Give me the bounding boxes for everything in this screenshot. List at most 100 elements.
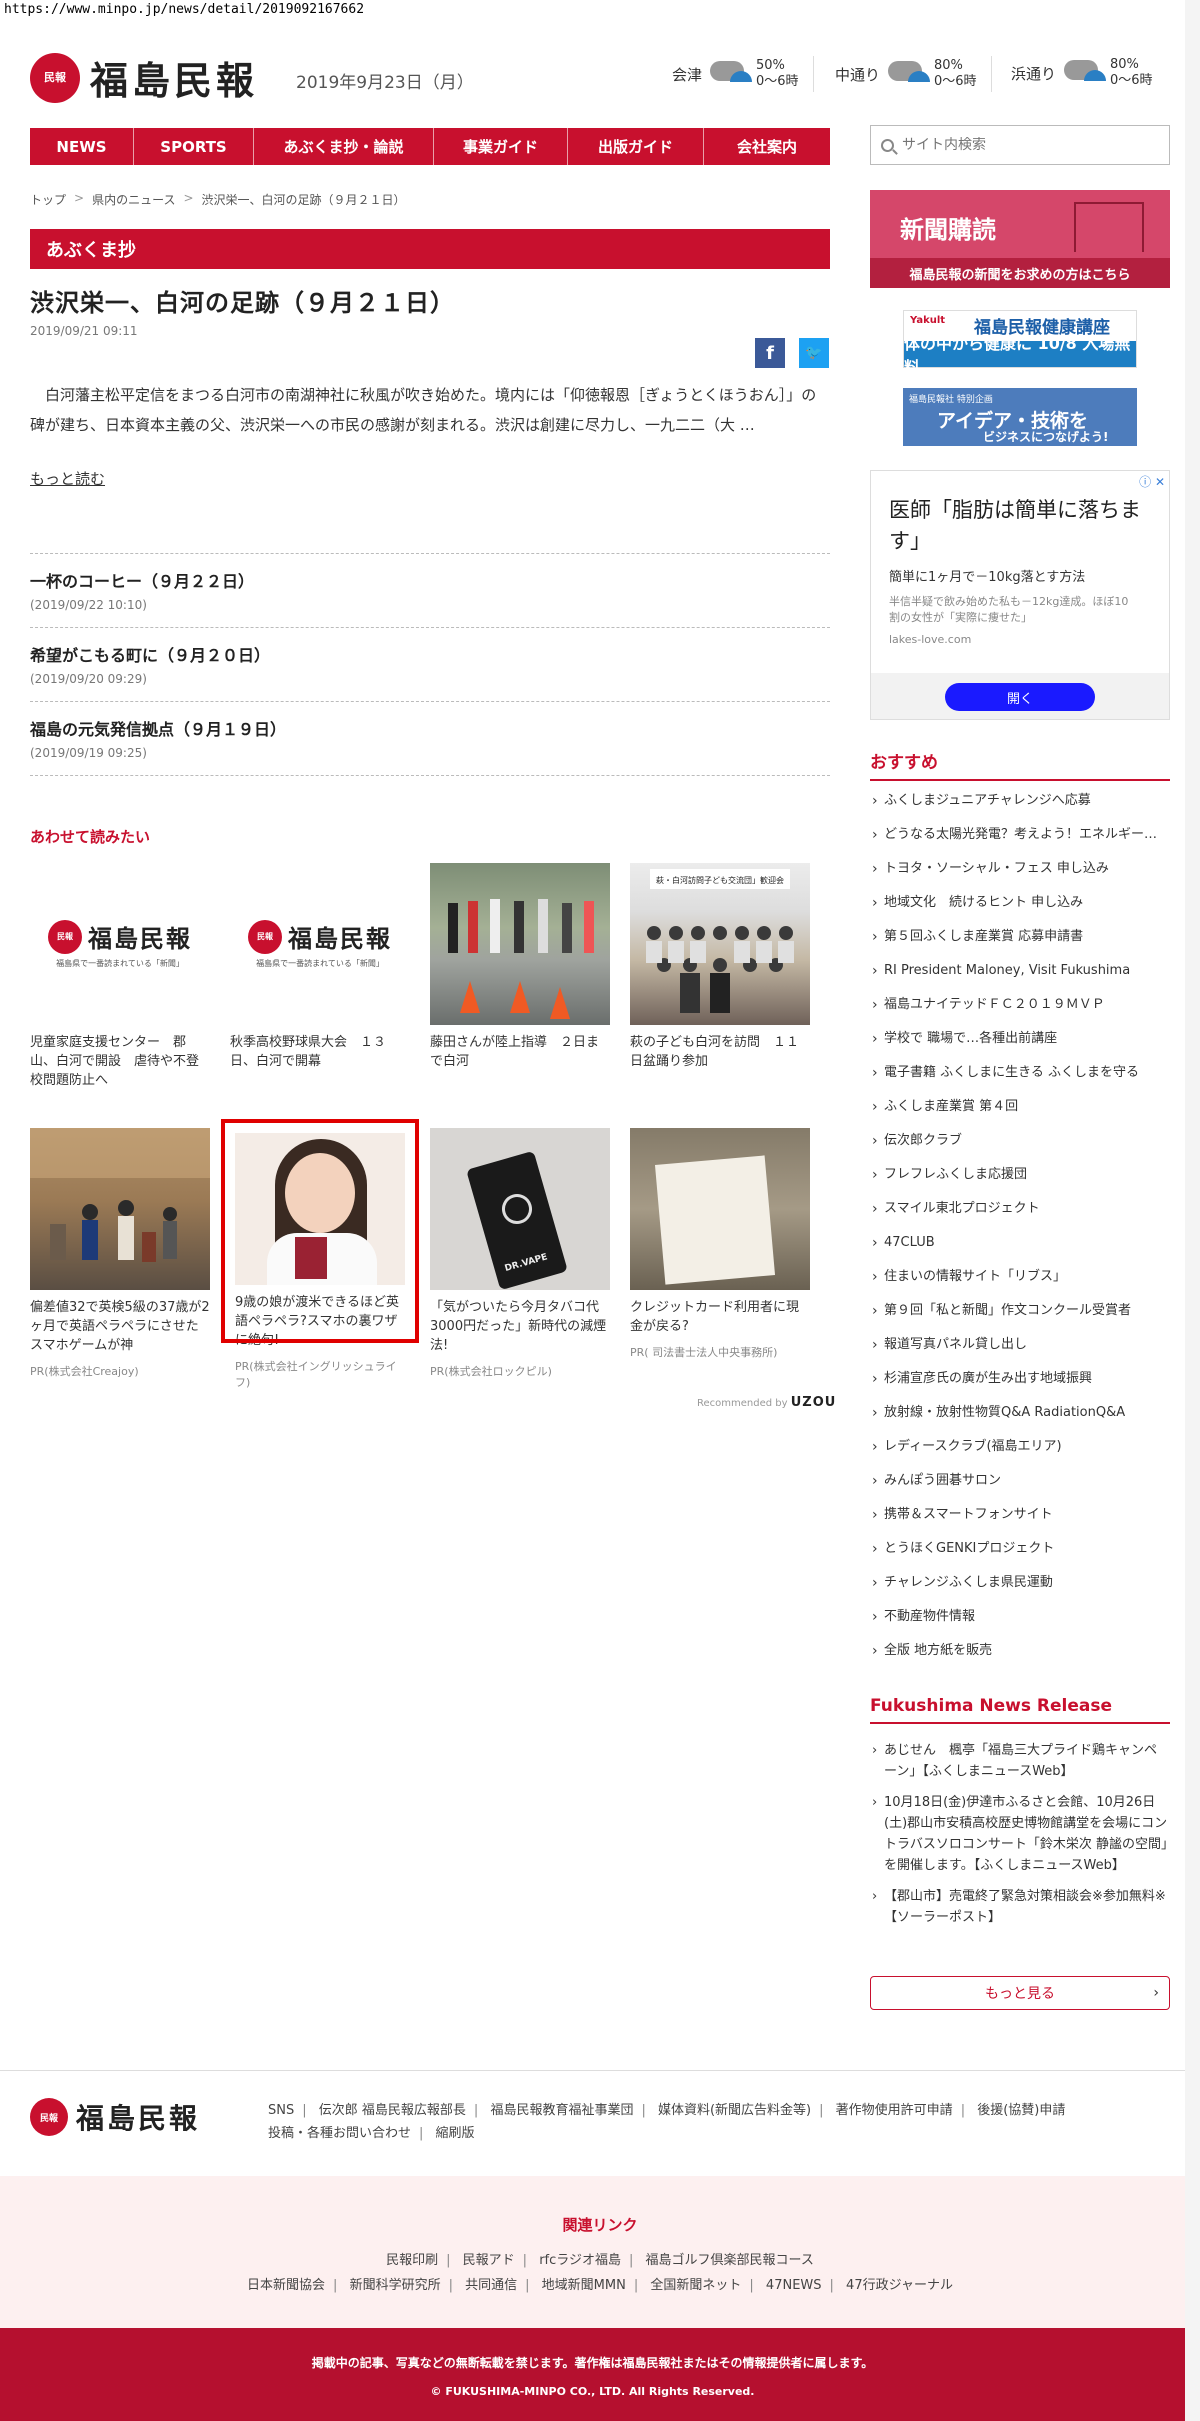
card-thumbnail[interactable] [630, 1128, 810, 1290]
search-input[interactable] [902, 137, 1142, 153]
breadcrumb-local-news[interactable]: 県内のニュース [92, 191, 175, 208]
also-read-card[interactable]: 萩・白河訪問子ども交流団」歓迎会 萩の子ども白河を訪問 １１日盆踊り参加 [630, 863, 810, 1071]
recommend-item[interactable]: とうほくGENKIプロジェクト [870, 1532, 1170, 1566]
recommend-item[interactable]: 第９回「私と新聞」作文コンクール受賞者 [870, 1294, 1170, 1328]
related-item-title[interactable]: 希望がこもる町に（９月２０日） [30, 642, 830, 666]
related-item[interactable]: 一杯のコーヒー（９月２２日） (2019/09/22 10:10) [30, 553, 830, 627]
ad-headline[interactable]: 医師「脂肪は簡単に落ちます」 [889, 495, 1159, 557]
more-releases-button[interactable]: もっと見る › [870, 1976, 1170, 2010]
recommend-item[interactable]: チャレンジふくしま県民運動 [870, 1566, 1170, 1600]
recommend-item[interactable]: 電子書籍 ふくしまに生きる ふくしまを守る [870, 1056, 1170, 1090]
recommend-item[interactable]: 杉浦宣彦氏の廣が生み出す地域振興 [870, 1362, 1170, 1396]
release-item[interactable]: 【郡山市】売電終了緊急対策相談会※参加無料※【ソーラーポスト】 [870, 1886, 1170, 1928]
card-caption[interactable]: 偏差値32で英検5級の37歳が2ヶ月で英語ペラペラにさせたスマホゲームが神 [30, 1298, 210, 1355]
card-caption[interactable]: 萩の子ども白河を訪問 １１日盆踊り参加 [630, 1033, 810, 1071]
related-link[interactable]: rfcラジオ福島 [539, 2253, 621, 2268]
card-caption[interactable]: 児童家庭支援センター 郡山、白河で開設 虐待や不登校問題防止へ [30, 1033, 210, 1090]
nav-news[interactable]: NEWS [30, 128, 134, 165]
card-thumbnail[interactable]: DR.VAPE [430, 1128, 610, 1290]
recommend-item[interactable]: 携帯＆スマートフォンサイト [870, 1498, 1170, 1532]
nav-publishing-guide[interactable]: 出版ガイド [568, 128, 704, 165]
also-read-card[interactable]: 民報 福島民報 福島県で一番読まれている「新聞」 秋季高校野球県大会 １３日、白河… [230, 863, 410, 1071]
recommend-item[interactable]: RI President Maloney, Visit Fukushima [870, 954, 1170, 988]
recommend-item[interactable]: 住まいの情報サイト「リブス」 [870, 1260, 1170, 1294]
recommended-by[interactable]: Recommended by UZOU [697, 1395, 836, 1410]
card-caption[interactable]: 「気がついたら今月タバコ代3000円だった」新時代の減煙法! [430, 1298, 610, 1355]
related-link[interactable]: 47行政ジャーナル [846, 2278, 953, 2293]
recommend-item[interactable]: 放射線・放射性物質Q&A RadiationQ&A [870, 1396, 1170, 1430]
facebook-share-icon[interactable]: f [755, 338, 785, 368]
nav-abukumasho[interactable]: あぶくま抄・論説 [254, 128, 434, 165]
page-scrollbar[interactable] [1185, 0, 1200, 2421]
footer-link[interactable]: 縮刷版 [436, 2126, 475, 2141]
ad-close-icon[interactable]: ⓘ ✕ [1139, 473, 1165, 490]
footer-link[interactable]: 伝次郎 福島民報広報部長 [319, 2103, 466, 2118]
recommend-item[interactable]: みんぽう囲碁サロン [870, 1464, 1170, 1498]
related-link[interactable]: 民報印刷 [386, 2253, 438, 2268]
release-item[interactable]: 10月18日(金)伊達市ふるさと会館、10月26日(土)郡山市安積高校歴史博物館… [870, 1792, 1170, 1876]
recommend-item[interactable]: 学校で 職場で…各種出前講座 [870, 1022, 1170, 1056]
nav-company[interactable]: 会社案内 [704, 128, 830, 165]
breadcrumb-top[interactable]: トップ [30, 191, 66, 208]
search-field[interactable] [870, 125, 1170, 165]
release-item[interactable]: あじせん 楓亭「福島三大プライド鶏キャンペーン」【ふくしまニュースWeb】 [870, 1740, 1170, 1782]
recommend-item[interactable]: どうなる太陽光発電？考えよう！エネルギーの未来 [870, 818, 1170, 852]
recommend-item[interactable]: 報道写真パネル貸し出し [870, 1328, 1170, 1362]
footer-link[interactable]: 著作物使用許可申請 [836, 2103, 953, 2118]
also-read-card[interactable]: 偏差値32で英検5級の37歳が2ヶ月で英語ペラペラにさせたスマホゲームが神 PR… [30, 1128, 210, 1379]
recommend-item[interactable]: 第５回ふくしま産業賞 応募申請書 [870, 920, 1170, 954]
related-link[interactable]: 日本新聞協会 [247, 2278, 325, 2293]
related-link[interactable]: 民報アド [463, 2253, 515, 2268]
card-thumbnail[interactable] [30, 1128, 210, 1290]
card-caption[interactable]: 藤田さんが陸上指導 ２日まで白河 [430, 1033, 610, 1071]
recommend-item[interactable]: 福島ユナイテッドＦＣ２０１９ＭＶＰ [870, 988, 1170, 1022]
also-read-card[interactable]: DR.VAPE 「気がついたら今月タバコ代3000円だった」新時代の減煙法! P… [430, 1128, 610, 1379]
recommend-item[interactable]: レディースクラブ(福島エリア) [870, 1430, 1170, 1464]
related-link[interactable]: 全国新聞ネット [650, 2278, 741, 2293]
related-link[interactable]: 新聞科学研究所 [350, 2278, 441, 2293]
read-more-link[interactable]: もっと読む [30, 468, 105, 489]
recommend-item[interactable]: 不動産物件情報 [870, 1600, 1170, 1634]
card-caption[interactable]: 秋季高校野球県大会 １３日、白河で開幕 [230, 1033, 410, 1071]
footer-link[interactable]: SNS [268, 2103, 294, 2118]
footer-link[interactable]: 福島民報教育福祉事業団 [490, 2103, 633, 2118]
nav-sports[interactable]: SPORTS [134, 128, 254, 165]
related-item[interactable]: 希望がこもる町に（９月２０日） (2019/09/20 09:29) [30, 627, 830, 701]
also-read-card[interactable]: 藤田さんが陸上指導 ２日まで白河 [430, 863, 610, 1071]
related-item-title[interactable]: 福島の元気発信拠点（９月１９日） [30, 716, 830, 740]
footer-link[interactable]: 後援(協賛)申請 [977, 2103, 1065, 2118]
recommend-item[interactable]: フレフレふくしま応援団 [870, 1158, 1170, 1192]
also-read-card[interactable]: クレジットカード利用者に現金が戻る? PR( 司法書士法人中央事務所) [630, 1128, 810, 1360]
ad-open-button[interactable]: 開く [945, 683, 1095, 711]
recommend-item[interactable]: 全版 地方紙を販売 [870, 1634, 1170, 1668]
related-link[interactable]: 地域新聞MMN [542, 2278, 626, 2293]
idea-ad-banner[interactable]: 福島民報社 特別企画 アイデア・技術を ビジネスにつなげよう! [903, 388, 1137, 446]
recommend-item[interactable]: スマイル東北プロジェクト [870, 1192, 1170, 1226]
card-thumbnail[interactable] [430, 863, 610, 1025]
footer-link[interactable]: 媒体資料(新聞広告料金等) [658, 2103, 811, 2118]
recommend-item[interactable]: ふくしまジュニアチャレンジへ応募 [870, 784, 1170, 818]
recommend-item[interactable]: 地域文化 続けるヒント 申し込み [870, 886, 1170, 920]
card-thumbnail[interactable]: 民報 福島民報 福島県で一番読まれている「新聞」 [30, 863, 210, 1025]
related-link[interactable]: 共同通信 [465, 2278, 517, 2293]
recommend-item[interactable]: ふくしま産業賞 第４回 [870, 1090, 1170, 1124]
recommend-item[interactable]: トヨタ・ソーシャル・フェス 申し込み [870, 852, 1170, 886]
diet-ad[interactable]: ⓘ ✕ 医師「脂肪は簡単に落ちます」 簡単に1ヶ月で－10kg落とす方法 半信半… [870, 470, 1170, 720]
card-caption[interactable]: クレジットカード利用者に現金が戻る? [630, 1298, 810, 1336]
site-logo[interactable]: 民報 福島民報 [30, 50, 258, 105]
also-read-card[interactable]: 民報 福島民報 福島県で一番読まれている「新聞」 児童家庭支援センター 郡山、白河… [30, 863, 210, 1090]
card-thumbnail[interactable]: 民報 福島民報 福島県で一番読まれている「新聞」 [230, 863, 410, 1025]
related-link[interactable]: 福島ゴルフ倶楽部民報コース [646, 2253, 814, 2268]
related-item[interactable]: 福島の元気発信拠点（９月１９日） (2019/09/19 09:25) [30, 701, 830, 775]
footer-link[interactable]: 投稿・各種お問い合わせ [268, 2126, 411, 2141]
yakult-ad-banner[interactable]: Yakult 福島民報健康講座 体の中から健康に 10/8 入場無料 [903, 310, 1137, 377]
recommend-item[interactable]: 47CLUB [870, 1226, 1170, 1260]
related-item-title[interactable]: 一杯のコーヒー（９月２２日） [30, 568, 830, 592]
footer-logo[interactable]: 民報 福島民報 [30, 2097, 200, 2137]
related-link[interactable]: 47NEWS [766, 2278, 822, 2293]
recommend-item[interactable]: 伝次郎クラブ [870, 1124, 1170, 1158]
twitter-share-icon[interactable]: 🐦 [799, 338, 829, 368]
nav-business-guide[interactable]: 事業ガイド [434, 128, 568, 165]
card-thumbnail[interactable]: 萩・白河訪問子ども交流団」歓迎会 [630, 863, 810, 1025]
subscribe-banner[interactable]: 新聞購読 福島民報の新聞をお求めの方はこちら [870, 190, 1170, 288]
